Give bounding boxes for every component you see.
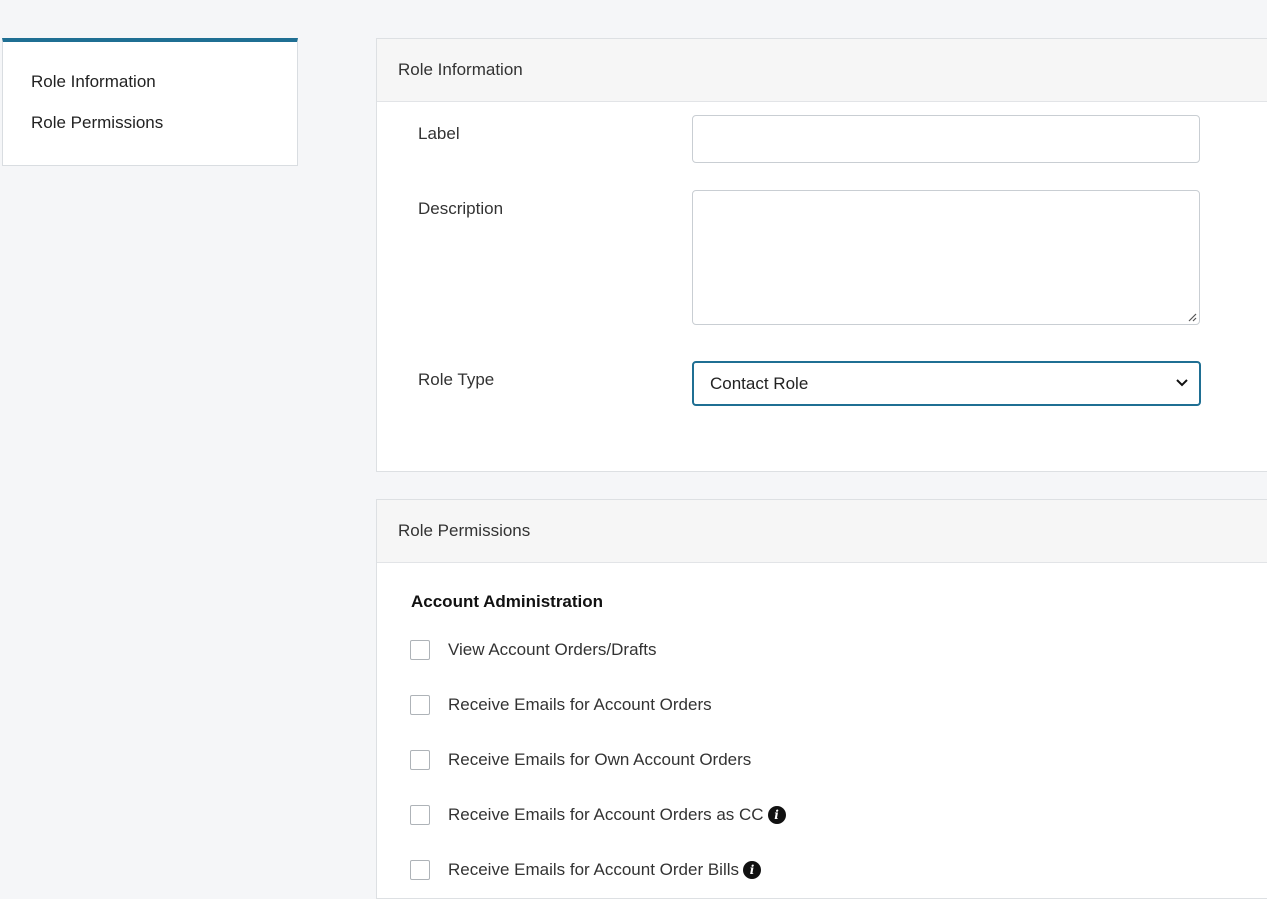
role-type-select[interactable]: Contact Role [692,361,1201,406]
panel-header-role-information: Role Information [377,39,1267,102]
permission-checkbox[interactable] [410,750,430,770]
permission-row: View Account Orders/Drafts [410,639,657,661]
permission-row: Receive Emails for Account Orders as CC … [410,804,786,826]
permission-label: Receive Emails for Account Orders as CC [448,805,764,824]
nav-item-role-permissions[interactable]: Role Permissions [31,113,163,133]
permission-row: Receive Emails for Own Account Orders [410,749,751,771]
nav-item-role-information[interactable]: Role Information [31,72,156,92]
info-icon[interactable]: i [767,806,786,824]
resize-grip-icon[interactable] [1187,312,1197,322]
permission-row: Receive Emails for Account Orders [410,694,712,716]
panel-header-role-permissions: Role Permissions [377,500,1267,563]
permission-label: View Account Orders/Drafts [448,640,657,659]
section-title-account-administration: Account Administration [411,592,604,611]
permission-checkbox[interactable] [410,860,430,880]
label-field-label: Label [418,124,460,143]
role-type-field-label: Role Type [418,370,495,389]
role-information-panel: Role Information Label Description Role … [376,38,1267,472]
role-permissions-panel: Role Permissions Account Administration … [376,499,1267,899]
permission-label: Receive Emails for Account Order Bills [448,860,739,879]
description-field-label: Description [418,199,504,218]
label-input[interactable] [692,115,1200,163]
chevron-down-icon [1176,379,1188,387]
description-textarea[interactable] [692,190,1200,325]
section-nav: Role Information Role Permissions [2,38,298,166]
permission-row: Receive Emails for Account Order Bills i [410,859,761,881]
permission-checkbox[interactable] [410,695,430,715]
permission-label: Receive Emails for Account Orders [448,695,712,714]
role-type-selected-value: Contact Role [710,374,809,393]
permission-checkbox[interactable] [410,805,430,825]
permission-checkbox[interactable] [410,640,430,660]
permission-label: Receive Emails for Own Account Orders [448,750,752,769]
info-icon[interactable]: i [743,861,761,879]
